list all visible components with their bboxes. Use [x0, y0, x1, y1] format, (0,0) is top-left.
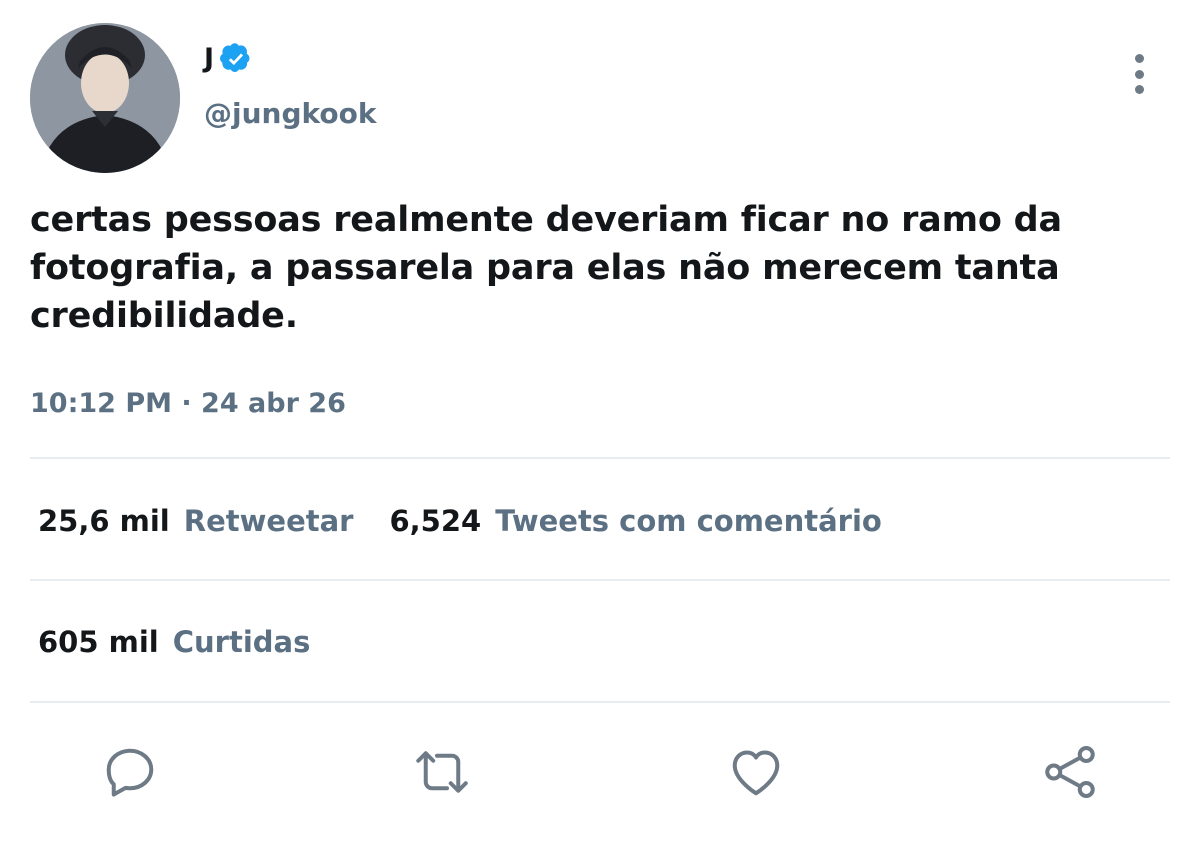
retweet-stats-row: 25,6 mil Retweetar 6,524 Tweets com come…	[38, 501, 882, 541]
display-name[interactable]: J	[204, 42, 214, 76]
more-dot	[1134, 54, 1144, 63]
like-button[interactable]	[724, 740, 788, 804]
retweet-icon	[416, 751, 468, 793]
likes-count[interactable]: 605 mil	[38, 622, 159, 662]
quotes-label[interactable]: Tweets com comentário	[495, 501, 882, 541]
divider	[30, 701, 1170, 703]
like-icon	[732, 750, 780, 796]
tweet-timestamp[interactable]: 10:12 PM · 24 abr 26	[30, 384, 346, 424]
likes-stats-row: 605 mil Curtidas	[38, 622, 310, 662]
avatar[interactable]	[30, 23, 180, 173]
more-dot	[1134, 85, 1144, 94]
author-name-row[interactable]: J	[204, 42, 252, 76]
reply-button[interactable]	[98, 740, 162, 804]
verified-badge-icon	[220, 43, 250, 72]
reply-icon	[106, 748, 154, 797]
author-handle[interactable]: @jungkook	[204, 96, 376, 132]
divider	[30, 457, 1170, 459]
profile-photo	[30, 23, 180, 173]
retweets-label[interactable]: Retweetar	[184, 501, 354, 541]
tweet-text: certas pessoas realmente deveriam ficar …	[30, 200, 1062, 336]
quotes-count[interactable]: 6,524	[389, 501, 481, 541]
retweets-count[interactable]: 25,6 mil	[38, 501, 170, 541]
retweet-button[interactable]	[410, 740, 474, 804]
more-options-icon[interactable]	[1124, 54, 1154, 94]
share-button[interactable]	[1038, 740, 1102, 804]
share-icon	[1045, 746, 1095, 798]
more-dot	[1134, 69, 1144, 79]
divider	[30, 579, 1170, 581]
likes-label[interactable]: Curtidas	[173, 622, 311, 662]
